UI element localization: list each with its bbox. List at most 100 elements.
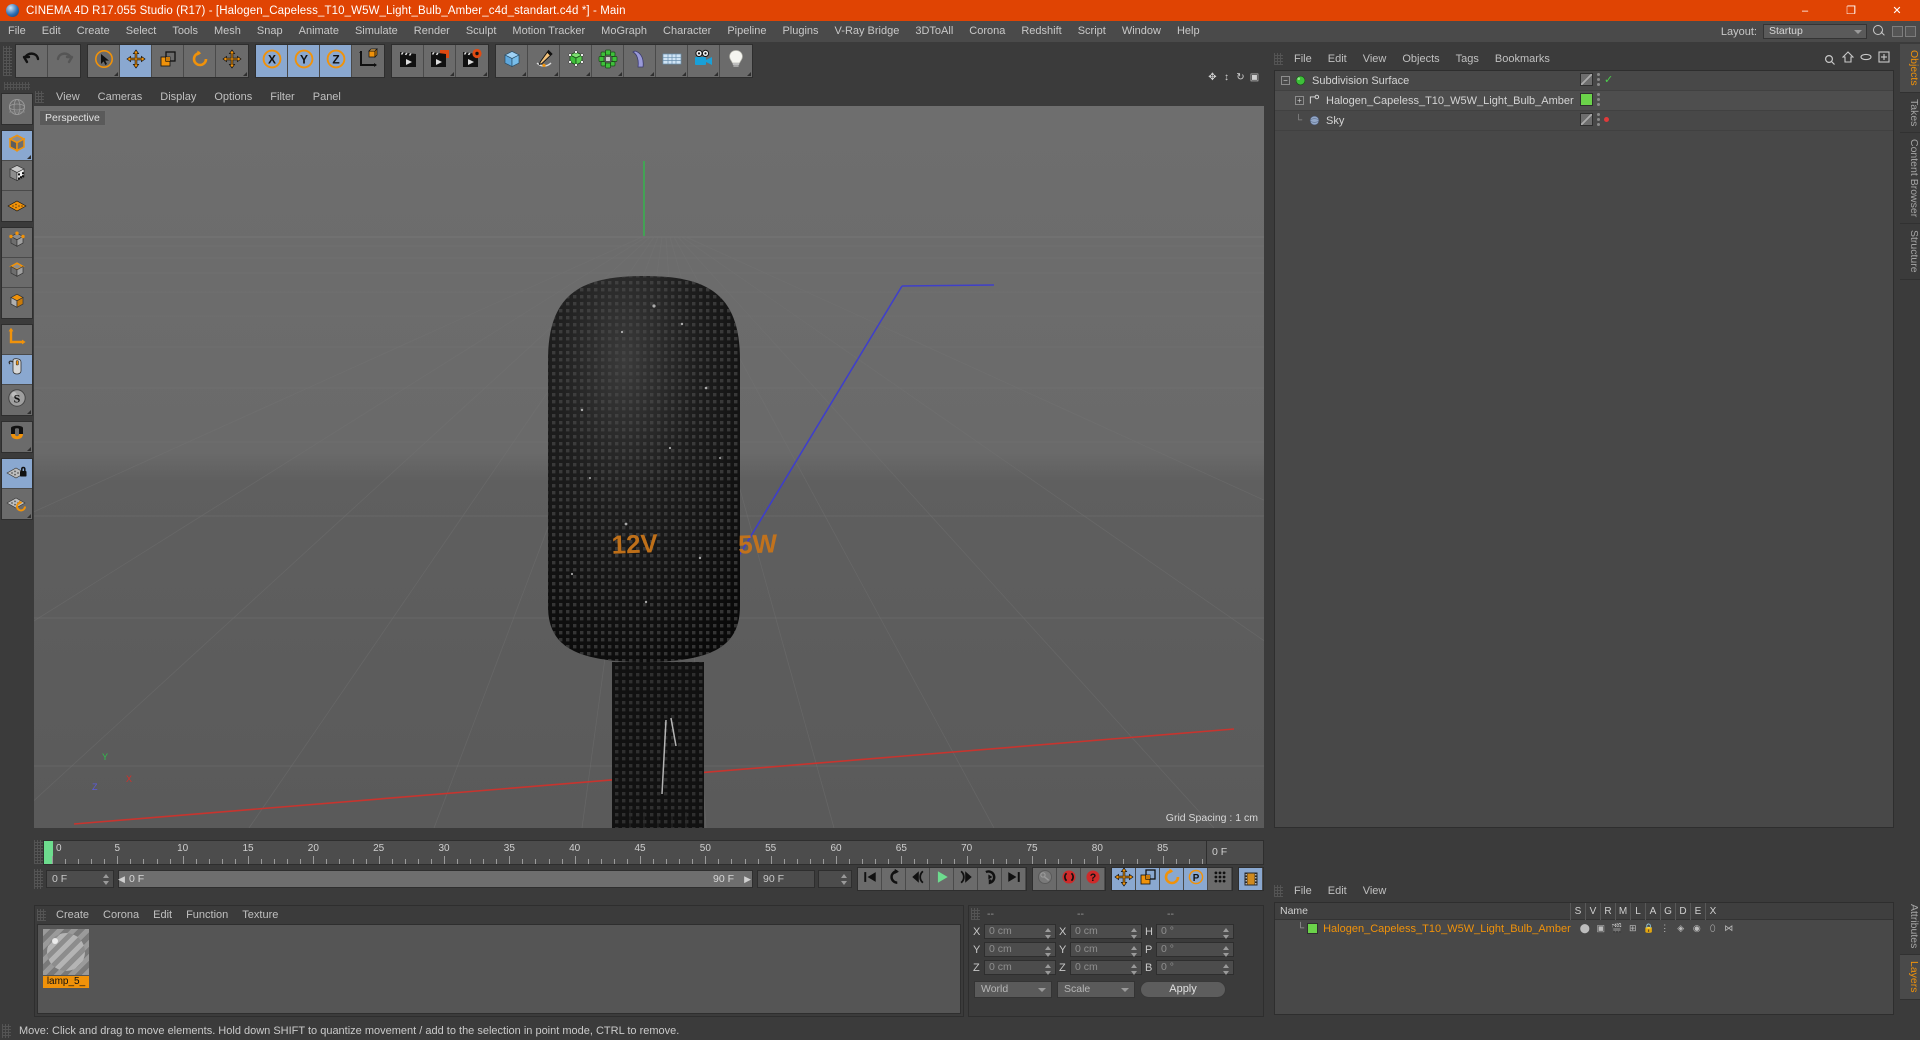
material-menu-create[interactable]: Create — [49, 909, 96, 921]
scrub-right-arrow-icon[interactable]: ▶ — [744, 874, 751, 885]
scrub-left-arrow-icon[interactable]: ◀ — [118, 874, 125, 885]
start-frame-field[interactable]: 0 F — [46, 870, 114, 888]
timeline-ruler[interactable]: 051015202530354045505560657075808590 — [43, 840, 1237, 865]
redo-button[interactable] — [48, 45, 80, 77]
deformer-icon[interactable]: ◉ — [1691, 923, 1703, 934]
polygons-mode-button[interactable] — [2, 288, 32, 318]
layer-column-l[interactable]: L — [1630, 902, 1645, 920]
scale-key-button[interactable] — [1136, 868, 1160, 890]
world-object-coordinate-button[interactable] — [352, 45, 384, 77]
spinner-icon[interactable] — [1223, 927, 1230, 940]
timeline-grip[interactable] — [34, 840, 43, 864]
magnifier-icon[interactable] — [1871, 24, 1887, 39]
tab-takes[interactable]: Takes — [1900, 93, 1920, 134]
step-forward-button[interactable] — [954, 868, 978, 890]
menu-plugins[interactable]: Plugins — [774, 21, 826, 42]
material-menu-texture[interactable]: Texture — [235, 909, 285, 921]
spinner-icon[interactable] — [1045, 963, 1052, 976]
status-grip[interactable] — [2, 1024, 11, 1038]
autokeying-button[interactable] — [1057, 868, 1081, 890]
menu-simulate[interactable]: Simulate — [347, 21, 406, 42]
lock-workplane-button[interactable] — [2, 459, 32, 489]
end-frame-field[interactable]: 90 F — [757, 870, 815, 888]
rotation-key-button[interactable] — [1160, 868, 1184, 890]
edit-render-settings-button[interactable] — [456, 45, 488, 77]
spinner-icon[interactable] — [841, 873, 848, 886]
point-level-animation-button[interactable] — [1208, 868, 1232, 890]
texture-axis-tool[interactable] — [2, 94, 32, 124]
menu-sculpt[interactable]: Sculpt — [458, 21, 505, 42]
material-menu-corona[interactable]: Corona — [96, 909, 146, 921]
size-x-field[interactable]: 0 cm — [1070, 924, 1142, 939]
move-tool[interactable] — [120, 45, 152, 77]
menu-file[interactable]: File — [0, 21, 34, 42]
menu-tools[interactable]: Tools — [164, 21, 206, 42]
object-tag[interactable] — [1580, 113, 1593, 126]
object-menu-bookmarks[interactable]: Bookmarks — [1487, 53, 1558, 65]
menu-render[interactable]: Render — [406, 21, 458, 42]
material-list[interactable]: lamp_5_ — [37, 924, 961, 1014]
menu-motion-tracker[interactable]: Motion Tracker — [504, 21, 593, 42]
rotation-b-field[interactable]: 0 ° — [1156, 960, 1234, 975]
tree-expander[interactable]: − — [1281, 76, 1290, 85]
enable-axis-modification-button[interactable] — [2, 325, 32, 355]
goto-end-button[interactable] — [1002, 868, 1026, 890]
dropdown-corner-icon[interactable] — [114, 72, 118, 76]
lock-icon[interactable]: 🔒 — [1643, 923, 1655, 934]
record-active-objects-button[interactable] — [1033, 868, 1057, 890]
layer-menu-view[interactable]: View — [1355, 885, 1395, 897]
left-palette-grip[interactable] — [4, 82, 30, 90]
menu-pipeline[interactable]: Pipeline — [719, 21, 774, 42]
dropdown-corner-icon[interactable] — [450, 72, 454, 76]
layer-column-s[interactable]: S — [1570, 902, 1585, 920]
spinner-icon[interactable] — [1131, 945, 1138, 958]
layer-column-v[interactable]: V — [1585, 902, 1600, 920]
scale-tool[interactable] — [152, 45, 184, 77]
plus-box-icon[interactable] — [1878, 50, 1890, 68]
toolbar-grip[interactable] — [3, 46, 12, 76]
spinner-icon[interactable] — [1223, 945, 1230, 958]
viewport-menu-cameras[interactable]: Cameras — [89, 91, 152, 103]
layer-menu-file[interactable]: File — [1286, 885, 1320, 897]
dropdown-corner-icon[interactable] — [586, 72, 590, 76]
tab-objects[interactable]: Objects — [1900, 44, 1920, 93]
lock-z-axis-button[interactable]: Z — [320, 45, 352, 77]
rotate-tool[interactable] — [184, 45, 216, 77]
add-deformer-button[interactable] — [624, 45, 656, 77]
maximize-button[interactable]: ❐ — [1828, 0, 1874, 21]
scale-view-icon[interactable]: ↕ — [1221, 72, 1232, 83]
add-camera-button[interactable] — [688, 45, 720, 77]
tab-structure[interactable]: Structure — [1900, 224, 1920, 280]
dynamic-place-tool[interactable] — [216, 45, 248, 77]
maximize-view-icon[interactable]: ▣ — [1249, 72, 1260, 83]
previous-key-button[interactable] — [882, 868, 906, 890]
object-row[interactable]: └ Sky — [1275, 111, 1893, 131]
dropdown-corner-icon[interactable] — [522, 72, 526, 76]
workplane-rotate-button[interactable] — [2, 489, 32, 519]
lock-y-axis-button[interactable]: Y — [288, 45, 320, 77]
layer-color-swatch[interactable] — [1307, 923, 1319, 934]
xref-icon[interactable]: ⋈ — [1723, 923, 1735, 934]
position-key-button[interactable] — [1112, 866, 1136, 890]
menu-mograph[interactable]: MoGraph — [593, 21, 655, 42]
viewport-grip[interactable] — [35, 91, 44, 103]
layer-manager-grip[interactable] — [1274, 885, 1283, 897]
expression-icon[interactable]: ⬯ — [1707, 923, 1719, 934]
menu-window[interactable]: Window — [1114, 21, 1169, 42]
material-menu-function[interactable]: Function — [179, 909, 235, 921]
viewport-menu-options[interactable]: Options — [205, 91, 261, 103]
spinner-icon[interactable] — [103, 873, 110, 886]
size-z-field[interactable]: 0 cm — [1070, 960, 1142, 975]
coordinate-system-dropdown[interactable]: World — [974, 981, 1052, 998]
coordinate-mode-dropdown[interactable]: Scale — [1057, 981, 1135, 998]
home-icon[interactable] — [1841, 50, 1855, 68]
timeline-film-button[interactable] — [1239, 868, 1263, 890]
layer-column-a[interactable]: A — [1645, 902, 1660, 920]
view-icon[interactable]: ▣ — [1595, 923, 1607, 934]
dropdown-corner-icon[interactable] — [554, 72, 558, 76]
tab-layers[interactable]: Layers — [1900, 955, 1920, 1000]
layer-column-name[interactable]: Name — [1275, 905, 1570, 917]
position-y-field[interactable]: 0 cm — [984, 942, 1056, 957]
tab-content-browser[interactable]: Content Browser — [1900, 133, 1920, 225]
layer-column-x[interactable]: X — [1705, 902, 1720, 920]
